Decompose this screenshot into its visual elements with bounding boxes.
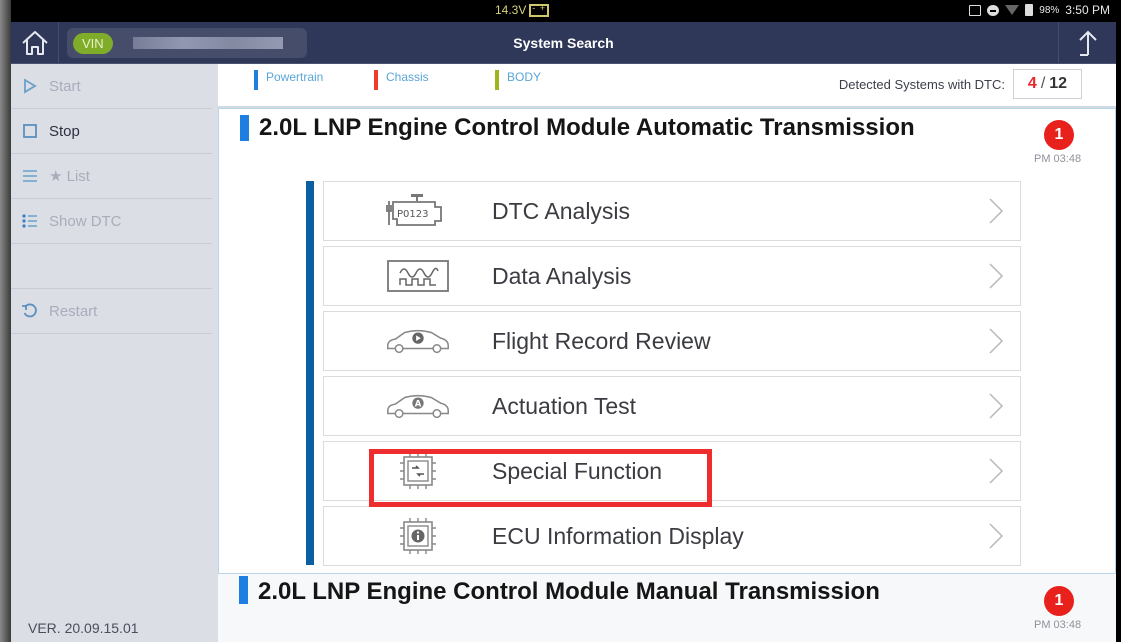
chevron-right-icon [989,523,1004,549]
waveform-icon [384,255,452,297]
function-menu: P0123 DTC Analysis Data Analysis Flight … [323,181,1021,571]
menu-item-label: Special Function [492,457,663,484]
vin-field[interactable]: VIN [67,28,307,58]
sidebar-item-show-dtc[interactable]: Show DTC [11,199,212,244]
sidebar-item-stop[interactable]: Stop [11,109,212,154]
menu-item-label: Actuation Test [492,392,637,419]
export-button[interactable] [1058,22,1116,64]
wifi-icon [1005,5,1020,15]
chip-info-icon [384,515,452,557]
count-separator: / [1040,75,1046,92]
menu-accent-bar [306,181,314,565]
dtc-count-badge: 1 [1044,120,1074,150]
clock: 3:50 PM [1065,3,1110,17]
sidebar: Start Stop ★ List Show DTC Restart VER. … [11,64,218,642]
chevron-right-icon [989,328,1004,354]
app-header: VIN System Search [11,22,1116,64]
sidebar-item-label: Restart [49,302,98,320]
do-not-disturb-icon [987,4,1000,16]
filter-powertrain[interactable]: Powertrain [254,70,323,90]
menu-item-data-analysis[interactable]: Data Analysis [323,246,1021,306]
filter-label: Chassis [386,70,429,84]
sidebar-item-label: Stop [49,122,80,140]
sidebar-item-restart[interactable]: Restart [11,289,212,334]
detected-dtc-count: 4 / 12 [1013,69,1082,99]
vin-value-redacted [132,37,283,49]
list-icon [21,167,39,185]
sidebar-item-start[interactable]: Start [11,64,212,109]
body-color-marker [495,70,499,90]
filter-body[interactable]: BODY [495,70,541,90]
voltage-indicator: 14.3V [495,3,550,17]
category-filter-bar: Powertrain Chassis BODY Detected Systems… [218,64,1116,108]
stop-square-icon [21,122,39,140]
detected-count: 4 [1027,75,1037,92]
menu-item-actuation-test[interactable]: A Actuation Test [323,376,1021,436]
sidebar-item-label: ★ List [49,168,90,185]
filter-label: BODY [507,70,542,84]
chip-swap-icon [384,450,452,492]
sidebar-empty-slot [11,244,212,289]
system-section: 2.0L LNP Engine Control Module Automatic… [218,108,1116,574]
restart-icon [21,302,39,320]
home-icon [21,31,48,55]
battery-charging-icon [1025,4,1034,16]
chevron-right-icon [989,458,1004,484]
play-icon [21,77,39,95]
sidebar-item-label: Show DTC [49,212,122,230]
filter-label: Powertrain [266,70,324,84]
chevron-right-icon [989,198,1004,224]
main-content: Powertrain Chassis BODY Detected Systems… [218,64,1116,642]
dtc-timestamp: PM 03:48 [1034,153,1082,165]
car-play-icon [384,320,452,362]
car-actuation-icon: A [384,385,452,427]
device-bezel [0,0,11,642]
powertrain-color-marker [254,70,258,90]
menu-item-label: Data Analysis [492,262,632,289]
sidebar-item-label: Start [49,77,81,95]
total-count: 12 [1049,75,1068,92]
bullet-list-icon [21,212,39,230]
upload-arrow-icon [1078,30,1097,56]
menu-item-special-function[interactable]: Special Function [323,441,1021,501]
vin-badge: VIN [73,32,113,54]
battery-percent: 98% [1039,4,1060,16]
svg-text:P0123: P0123 [397,209,428,220]
dtc-timestamp: PM 03:48 [1034,619,1082,631]
menu-item-label: DTC Analysis [492,197,631,224]
chevron-right-icon [989,393,1004,419]
cast-icon [969,4,982,16]
chassis-color-marker [374,70,378,90]
powertrain-marker [240,115,249,141]
home-button[interactable] [11,22,59,64]
powertrain-marker [239,576,248,604]
svg-text:A: A [415,399,422,409]
voltage-value: 14.3V [495,3,527,17]
menu-item-label: ECU Information Display [492,522,744,549]
menu-item-label: Flight Record Review [492,327,711,354]
version-label: VER. 20.09.15.01 [28,620,139,636]
detected-dtc-label: Detected Systems with DTC: [838,77,1005,92]
car-battery-icon [529,3,550,17]
system-title[interactable]: 2.0L LNP Engine Control Module Manual Tr… [258,578,880,606]
engine-p0123-icon: P0123 [384,190,452,232]
system-title[interactable]: 2.0L LNP Engine Control Module Automatic… [259,114,915,142]
device-bezel-right [1116,0,1121,642]
filter-chassis[interactable]: Chassis [374,70,429,90]
dtc-count-badge: 1 [1044,586,1074,616]
menu-item-dtc-analysis[interactable]: P0123 DTC Analysis [323,181,1021,241]
sidebar-item-list[interactable]: ★ List [11,154,212,199]
chevron-right-icon [989,263,1004,289]
menu-item-ecu-information-display[interactable]: ECU Information Display [323,506,1021,566]
status-bar: 14.3V 98% 3:50 PM [11,0,1116,22]
menu-item-flight-record-review[interactable]: Flight Record Review [323,311,1021,371]
